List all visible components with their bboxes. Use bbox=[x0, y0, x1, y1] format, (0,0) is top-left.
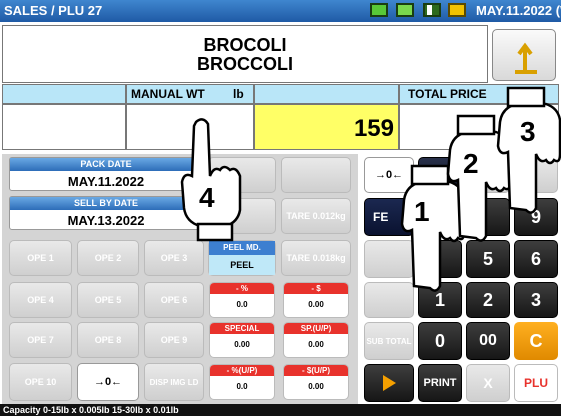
peel-label: PEEL bbox=[209, 255, 275, 275]
percent-discount-button[interactable]: - % 0.0 bbox=[209, 282, 275, 318]
ope-10-button[interactable]: OPE 10 bbox=[9, 363, 72, 401]
datetime: MAY.11.2022 (WED) 05:03 bbox=[476, 3, 561, 18]
return-arrow-icon bbox=[515, 42, 537, 74]
key-00-button[interactable]: 00 bbox=[466, 322, 510, 360]
sub-total-button[interactable]: SUB TOTAL bbox=[364, 322, 414, 360]
pack-date-value: MAY.11.2022 bbox=[67, 174, 145, 189]
play-icon bbox=[383, 375, 396, 391]
percent-unit-price-button[interactable]: - %(U/P) 0.0 bbox=[209, 364, 275, 400]
dollar-discount-button[interactable]: - $ 0.00 bbox=[283, 282, 349, 318]
percent-unit-price-value: 0.0 bbox=[236, 382, 248, 391]
manual-wt-label: MANUAL WT bbox=[131, 87, 205, 101]
unit-price-header bbox=[254, 84, 399, 104]
ope-6-button[interactable]: OPE 6 bbox=[144, 282, 204, 318]
ope-4-button[interactable]: OPE 4 bbox=[9, 282, 72, 318]
percent-discount-label: - % bbox=[210, 283, 274, 294]
unit-price-value-box: 159 bbox=[254, 104, 399, 150]
special-unit-price-button[interactable]: SP.(U/P) 0.00 bbox=[283, 322, 349, 358]
network-indicator-icon bbox=[423, 3, 441, 17]
ope-8-button[interactable]: OPE 8 bbox=[77, 322, 139, 358]
pack-date-block[interactable]: PACK DATE MAY.11.2022 bbox=[9, 157, 203, 191]
key-3-button[interactable]: 3 bbox=[514, 282, 558, 318]
dollar-discount-value: 0.00 bbox=[308, 300, 324, 309]
battery-indicator-icon bbox=[448, 3, 466, 17]
ope-9-button[interactable]: OPE 9 bbox=[144, 322, 204, 358]
plu-name-panel: BROCOLI BROCCOLI bbox=[2, 25, 488, 83]
dollar-unit-price-button[interactable]: - $(U/P) 0.00 bbox=[283, 364, 349, 400]
special-unit-price-value: 0.00 bbox=[308, 340, 324, 349]
key-6-button[interactable]: 6 bbox=[514, 240, 558, 278]
tare-1-button[interactable]: TARE 0.012kg bbox=[281, 198, 351, 234]
scale-indicator-icon bbox=[370, 3, 388, 17]
step-1-label: 1 bbox=[414, 196, 430, 227]
special-unit-price-label: SP.(U/P) bbox=[284, 323, 348, 334]
percent-unit-price-label: - %(U/P) bbox=[210, 365, 274, 376]
blank-key-2[interactable] bbox=[281, 157, 351, 193]
multiply-button[interactable]: X bbox=[466, 364, 510, 402]
dollar-unit-price-value: 0.00 bbox=[308, 382, 324, 391]
pack-date-label: PACK DATE bbox=[10, 158, 202, 171]
info-value-left bbox=[2, 104, 126, 150]
special-value: 0.00 bbox=[234, 340, 250, 349]
return-button[interactable] bbox=[492, 29, 556, 81]
pointing-hand-icon bbox=[496, 86, 561, 214]
weight-unit-label: lb bbox=[233, 87, 244, 101]
status-bar: Capacity 0-15lb x 0.005lb 15-30lb x 0.01… bbox=[0, 404, 561, 416]
special-button[interactable]: SPECIAL 0.00 bbox=[209, 322, 275, 358]
plu-button[interactable]: PLU bbox=[514, 364, 558, 402]
step-3-label: 3 bbox=[520, 116, 536, 147]
play-button[interactable] bbox=[364, 364, 414, 402]
plu-name-line2: BROCCOLI bbox=[197, 54, 293, 74]
printer-indicator-icon bbox=[396, 3, 414, 17]
clear-button[interactable]: C bbox=[514, 322, 558, 360]
manual-wt-header: MANUAL WT lb bbox=[126, 84, 254, 104]
print-button[interactable]: PRINT bbox=[418, 364, 462, 402]
sell-by-date-label: SELL BY DATE bbox=[10, 197, 202, 210]
top-bar: SALES / PLU 27 MAY.11.2022 (WED) 05:03 bbox=[0, 0, 561, 22]
ope-5-button[interactable]: OPE 5 bbox=[77, 282, 139, 318]
key-0-button[interactable]: 0 bbox=[418, 322, 462, 360]
step-4-label: 4 bbox=[199, 182, 215, 213]
display-image-button[interactable]: DISP IMG LD bbox=[144, 363, 204, 401]
zero-shift-button[interactable]: →0← bbox=[77, 363, 139, 401]
pointing-hand-icon bbox=[180, 118, 242, 242]
ope-1-button[interactable]: OPE 1 bbox=[9, 240, 72, 276]
tare-2-button[interactable]: TARE 0.018kg bbox=[281, 240, 351, 276]
plu-name-line1: BROCOLI bbox=[203, 35, 287, 55]
sell-by-date-block[interactable]: SELL BY DATE MAY.13.2022 bbox=[9, 196, 203, 230]
ope-2-button[interactable]: OPE 2 bbox=[77, 240, 139, 276]
total-price-label: TOTAL PRICE bbox=[408, 87, 487, 101]
step-2-label: 2 bbox=[463, 148, 479, 179]
percent-discount-value: 0.0 bbox=[236, 300, 248, 309]
info-header-left bbox=[2, 84, 126, 104]
special-label: SPECIAL bbox=[210, 323, 274, 334]
key-5-button[interactable]: 5 bbox=[466, 240, 510, 278]
screen-title: SALES / PLU 27 bbox=[4, 3, 103, 18]
unit-price-value: 159 bbox=[353, 115, 394, 142]
key-2-button[interactable]: 2 bbox=[466, 282, 510, 318]
sell-by-date-value: MAY.13.2022 bbox=[67, 213, 145, 228]
dollar-unit-price-label: - $(U/P) bbox=[284, 365, 348, 376]
dollar-discount-label: - $ bbox=[284, 283, 348, 294]
ope-7-button[interactable]: OPE 7 bbox=[9, 322, 72, 358]
